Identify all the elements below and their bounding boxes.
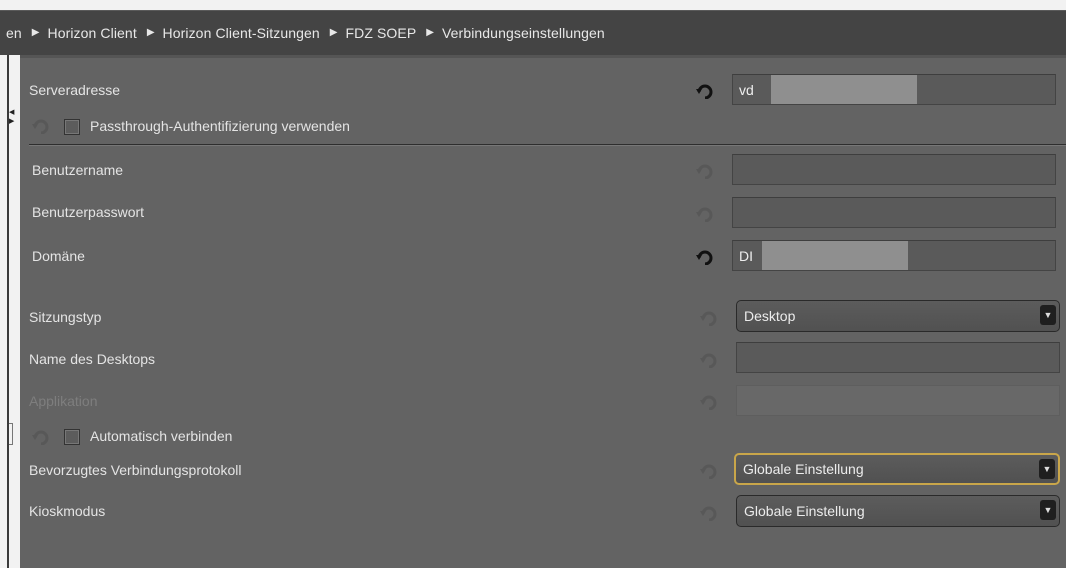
kioskmodus-select[interactable]: Globale Einstellung ▼ — [736, 495, 1060, 527]
reset-arrow-icon — [700, 309, 718, 327]
chevron-down-icon[interactable]: ▼ — [1039, 459, 1055, 479]
label-benutzername: Benutzername — [32, 162, 124, 178]
passthrough-checkbox[interactable] — [64, 119, 80, 135]
auto-connect-checkbox[interactable] — [64, 429, 80, 445]
applikation-input — [736, 385, 1060, 416]
section-divider-highlight — [29, 145, 1066, 146]
breadcrumb-separator-icon: ▶ — [426, 26, 434, 38]
protokoll-value: Globale Einstellung — [743, 461, 864, 477]
breadcrumb-separator-icon: ▶ — [329, 26, 338, 38]
reset-arrow-icon — [696, 162, 714, 180]
breadcrumb-item-sessions[interactable]: Horizon Client-Sitzungen — [163, 25, 320, 41]
reset-arrow-icon — [700, 462, 718, 480]
breadcrumb-item-fdz-soep[interactable]: FDZ SOEP — [345, 25, 416, 41]
redacted-block — [771, 75, 917, 104]
reset-arrow-icon — [32, 117, 50, 135]
label-benutzerpasswort: Benutzerpasswort — [32, 204, 145, 220]
breadcrumb-item-0[interactable]: en — [6, 25, 22, 41]
domaene-input[interactable]: DI — [732, 240, 1056, 271]
sitzungstyp-value: Desktop — [744, 308, 796, 324]
label-domaene: Domäne — [32, 248, 85, 264]
sitzungstyp-select[interactable]: Desktop ▼ — [736, 300, 1060, 332]
label-sitzungstyp: Sitzungstyp — [29, 309, 102, 325]
label-desktop-name: Name des Desktops — [29, 351, 156, 367]
serveradresse-value: vd — [739, 81, 754, 98]
splitter-handle[interactable] — [9, 423, 13, 445]
breadcrumb: en ▶ Horizon Client ▶ Horizon Client-Sit… — [0, 10, 1066, 55]
reset-arrow-icon[interactable] — [696, 248, 714, 266]
benutzerpasswort-input[interactable] — [732, 197, 1056, 228]
breadcrumb-separator-icon: ▶ — [146, 26, 155, 38]
reset-arrow-icon — [700, 393, 718, 411]
label-kioskmodus: Kioskmodus — [29, 503, 106, 519]
desktop-name-input[interactable] — [736, 342, 1060, 373]
protokoll-select[interactable]: Globale Einstellung ▼ — [734, 453, 1060, 485]
chevron-down-icon[interactable]: ▼ — [1040, 305, 1056, 325]
reset-arrow-icon — [700, 351, 718, 369]
benutzername-input[interactable] — [732, 154, 1056, 185]
connection-settings-panel: Serveradresse vd Passthrough-Authentifiz… — [20, 55, 1066, 568]
breadcrumb-item-horizon-client[interactable]: Horizon Client — [47, 25, 136, 41]
reset-arrow-icon[interactable] — [696, 82, 714, 100]
label-applikation: Applikation — [29, 393, 98, 409]
kioskmodus-value: Globale Einstellung — [744, 503, 865, 519]
label-protokoll: Bevorzugtes Verbindungsprotokoll — [29, 462, 242, 478]
label-passthrough: Passthrough-Authentifizierung verwenden — [90, 118, 350, 134]
label-serveradresse: Serveradresse — [29, 82, 121, 98]
reset-arrow-icon — [32, 428, 50, 446]
collapse-arrows-icon[interactable]: ◀ ▶ — [9, 108, 17, 136]
reset-arrow-icon — [700, 504, 718, 522]
chevron-down-icon[interactable]: ▼ — [1040, 500, 1056, 520]
breadcrumb-separator-icon: ▶ — [31, 26, 40, 38]
label-auto-connect: Automatisch verbinden — [90, 428, 233, 444]
reset-arrow-icon — [696, 205, 714, 223]
serveradresse-input[interactable]: vd — [732, 74, 1056, 105]
redacted-block — [762, 241, 908, 270]
domaene-value: DI — [739, 247, 753, 264]
breadcrumb-item-connection-settings: Verbindungseinstellungen — [442, 25, 605, 41]
